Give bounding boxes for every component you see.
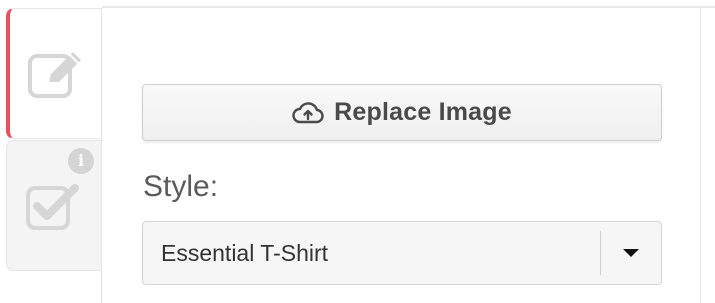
caret-down-icon[interactable] [601,222,661,284]
tab-rail-divider [101,8,102,303]
style-select-value: Essential T-Shirt [161,239,329,266]
style-label: Style: [143,170,219,203]
product-editor: i Replace Image Style: Essential T-Shirt [0,0,715,303]
replace-image-button[interactable]: Replace Image [142,84,662,141]
tab-rail: i [0,0,102,303]
tab-checklist[interactable]: i [6,140,101,271]
checkbox-icon [26,183,79,230]
replace-image-label: Replace Image [334,98,512,126]
tab-edit[interactable] [6,8,101,139]
cloud-upload-icon [292,101,324,123]
panel-top-border [101,6,715,8]
info-badge-icon[interactable]: i [68,148,94,174]
edit-icon [27,51,81,98]
panel-right-border [700,8,701,303]
style-select[interactable]: Essential T-Shirt [142,221,662,285]
